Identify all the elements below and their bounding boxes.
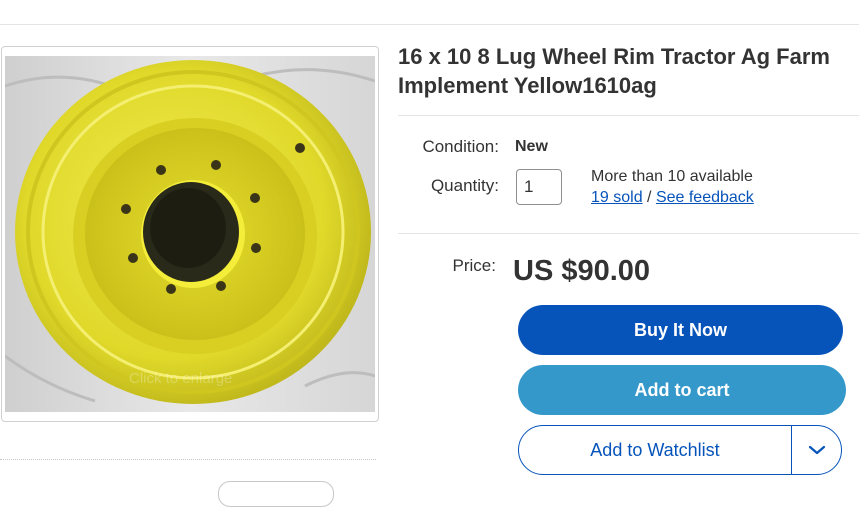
- product-image[interactable]: Click to enlarge: [5, 56, 375, 412]
- divider: [0, 459, 376, 460]
- top-bar: [0, 0, 859, 25]
- condition-value: New: [515, 138, 548, 155]
- add-to-cart-button[interactable]: Add to cart: [518, 365, 846, 415]
- listing-title: 16 x 10 8 Lug Wheel Rim Tractor Ag Farm …: [398, 44, 830, 98]
- quantity-input[interactable]: [516, 169, 562, 205]
- product-image-frame[interactable]: Click to enlarge: [1, 46, 379, 422]
- watchlist-button-group: Add to Watchlist: [518, 425, 842, 475]
- availability-text: More than 10 available: [591, 168, 753, 185]
- price-label: Price:: [452, 256, 496, 275]
- chevron-down-icon: [808, 445, 826, 455]
- partial-button[interactable]: [218, 481, 334, 507]
- sold-feedback-line: 19 sold / See feedback: [591, 189, 754, 207]
- buy-it-now-button[interactable]: Buy It Now: [518, 305, 843, 355]
- link-separator: /: [642, 189, 656, 206]
- divider: [398, 233, 859, 234]
- see-feedback-link[interactable]: See feedback: [656, 189, 754, 206]
- condition-label: Condition:: [422, 137, 499, 156]
- sold-count-link[interactable]: 19 sold: [591, 189, 643, 206]
- add-to-watchlist-button[interactable]: Add to Watchlist: [519, 426, 791, 474]
- divider: [398, 115, 859, 116]
- image-overlay-text: Click to enlarge: [129, 370, 232, 387]
- price-value: US $90.00: [513, 255, 651, 287]
- quantity-label: Quantity:: [430, 176, 499, 195]
- watchlist-dropdown-button[interactable]: [792, 426, 841, 474]
